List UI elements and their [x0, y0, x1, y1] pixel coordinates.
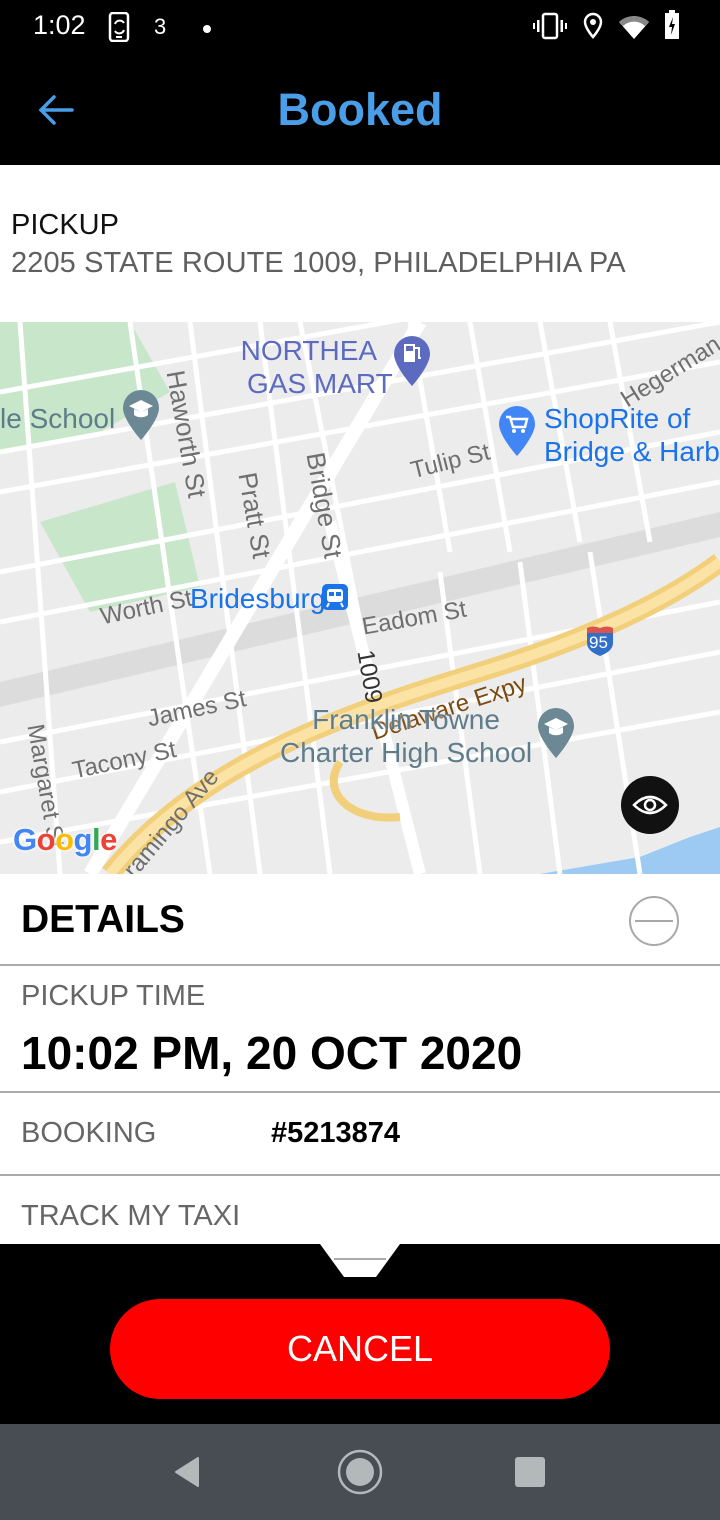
poi-label[interactable]: ShopRite of Bridge & Harbi — [544, 402, 720, 468]
map-view[interactable]: Haworth St Pratt St Bridge St Tulip St H… — [0, 322, 720, 874]
system-nav-bar — [0, 1424, 720, 1520]
track-my-taxi-label: TRACK MY TAXI — [21, 1200, 241, 1232]
pickup-address: 2205 STATE ROUTE 1009, PHILADELPHIA PA — [11, 247, 626, 279]
details-header[interactable]: DETAILS — [0, 874, 720, 966]
cancel-button[interactable]: CANCEL — [110, 1299, 610, 1399]
location-icon — [582, 12, 604, 45]
booking-label: BOOKING — [21, 1117, 157, 1149]
booking-number: #5213874 — [271, 1117, 401, 1149]
pickup-section: PICKUP 2205 STATE ROUTE 1009, PHILADELPH… — [0, 165, 720, 322]
poi-label-line: Franklin Towne — [312, 704, 500, 735]
drawer-handle[interactable] — [320, 1244, 400, 1277]
nav-home-icon[interactable] — [336, 1448, 384, 1496]
pickup-time-label: PICKUP TIME — [21, 980, 206, 1012]
water-area — [540, 827, 720, 874]
pickup-time-value: 10:02 PM, 20 OCT 2020 — [21, 1027, 523, 1079]
poi-label[interactable]: Franklin Towne Charter High School — [280, 703, 532, 769]
poi-label[interactable]: le School — [0, 402, 115, 435]
booking-row: BOOKING #5213874 — [0, 1093, 720, 1176]
poi-label[interactable]: NORTHEA GAS MART — [225, 334, 393, 400]
poi-label[interactable]: Bridesburg — [190, 582, 325, 615]
poi-label-line: ShopRite of — [544, 403, 691, 434]
wifi-icon — [618, 14, 650, 45]
highway-shield-number: 95 — [589, 633, 608, 652]
shopping-cart-pin-icon[interactable] — [497, 404, 537, 460]
notification-dot-icon — [202, 21, 212, 39]
poi-label-line: Bridge & Harbi — [544, 436, 720, 467]
battery-charging-icon — [664, 10, 680, 45]
poi-label-line: Charter High School — [280, 737, 533, 768]
pickup-time-row: PICKUP TIME 10:02 PM, 20 OCT 2020 — [0, 966, 720, 1093]
gas-station-pin-icon[interactable] — [392, 334, 432, 390]
google-logo: Google — [13, 822, 117, 857]
details-panel: DETAILS PICKUP TIME 10:02 PM, 20 OCT 202… — [0, 874, 720, 1244]
nav-recents-icon[interactable] — [506, 1448, 554, 1496]
eye-icon — [632, 795, 668, 815]
notification-count: 3 — [154, 14, 167, 39]
school-pin-icon[interactable] — [536, 706, 576, 762]
details-title: DETAILS — [21, 898, 185, 941]
map-visibility-toggle[interactable] — [621, 776, 679, 834]
poi-label-line: NORTHEA — [240, 335, 378, 366]
nav-back-icon[interactable] — [166, 1448, 214, 1496]
collapse-icon[interactable] — [629, 896, 679, 946]
app-bar: Booked — [0, 56, 720, 165]
bottom-action-panel: CANCEL — [0, 1244, 720, 1424]
poi-label-line: GAS MART — [247, 368, 393, 399]
page-title: Booked — [277, 84, 443, 135]
status-bar: 1:02 3 — [0, 0, 720, 56]
track-my-taxi-row[interactable]: TRACK MY TAXI — [0, 1176, 720, 1244]
status-time: 1:02 — [33, 10, 86, 40]
train-station-icon[interactable] — [322, 584, 348, 610]
pickup-label: PICKUP — [11, 209, 119, 241]
vibrate-icon — [533, 12, 567, 45]
screen-rotate-icon — [108, 11, 132, 47]
school-pin-icon[interactable] — [121, 388, 161, 444]
